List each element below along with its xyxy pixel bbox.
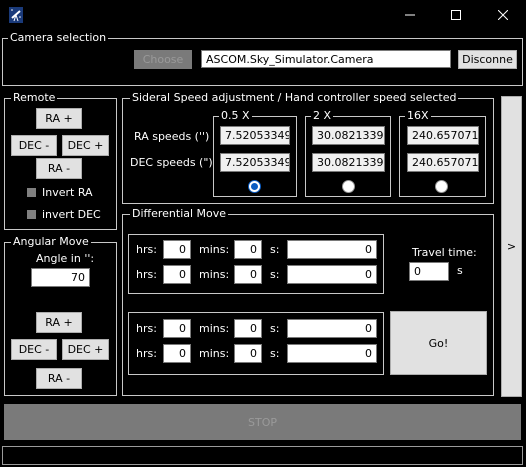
ra-speed-16x-field[interactable]: 240.6570718 (407, 126, 479, 145)
angle-input[interactable]: 70 (31, 268, 90, 287)
dec-speed-2x-field[interactable]: 30.08213397 (312, 153, 385, 172)
close-icon (498, 10, 508, 20)
mins-label: mins: (199, 347, 230, 360)
diff-mins-input-1[interactable]: 0 (234, 240, 262, 259)
disconnect-button[interactable]: Disconne (458, 50, 517, 69)
diff-hrs-input-4[interactable]: 0 (163, 344, 191, 363)
angle-label: Angle in '': (36, 252, 95, 265)
diff-mins-input-3[interactable]: 0 (234, 319, 262, 338)
remote-ra-minus-button[interactable]: RA - (36, 158, 82, 179)
angular-move-label: Angular Move (11, 235, 91, 248)
invert-dec-label: invert DEC (42, 208, 101, 221)
diff-hrs-input-1[interactable]: 0 (163, 240, 191, 259)
diff-s-input-2[interactable]: 0 (287, 265, 377, 284)
stop-button[interactable]: STOP (4, 404, 521, 440)
travel-time-field[interactable]: 0 (409, 262, 449, 281)
title-bar (0, 0, 526, 30)
minimize-button[interactable] (387, 0, 433, 30)
diff-hrs-input-2[interactable]: 0 (163, 265, 191, 284)
ra-speed-2x-field[interactable]: 30.08213397 (312, 126, 385, 145)
mins-label: mins: (199, 322, 230, 335)
ra-speed-0-5x-field[interactable]: 7.520533494 (220, 126, 290, 145)
travel-time-unit: s (457, 264, 463, 277)
diff-s-input-4[interactable]: 0 (287, 344, 377, 363)
camera-selection-label: Camera selection (8, 31, 109, 44)
maximize-button[interactable] (433, 0, 479, 30)
s-label: s: (270, 347, 280, 360)
travel-time-label: Travel time: (412, 246, 477, 259)
s-label: s: (270, 268, 280, 281)
dec-speed-0-5x-field[interactable]: 7.520533494 (220, 153, 290, 172)
differential-move-label: Differential Move (130, 207, 229, 220)
expand-panel-button[interactable]: > (501, 96, 522, 397)
remote-label: Remote (11, 91, 58, 104)
ra-speeds-label: RA speeds ('') (134, 130, 210, 143)
status-bar (2, 446, 523, 465)
go-button[interactable]: Go! (390, 311, 487, 375)
maximize-icon (451, 10, 461, 20)
invert-ra-checkbox[interactable] (27, 188, 36, 197)
dec-speed-16x-field[interactable]: 240.6570718 (407, 153, 479, 172)
speed-2x-label: 2 X (311, 109, 334, 122)
s-label: s: (270, 322, 280, 335)
diff-hrs-input-3[interactable]: 0 (163, 319, 191, 338)
dec-speeds-label: DEC speeds (") (130, 156, 213, 169)
speed-0-5x-radio[interactable] (248, 180, 261, 193)
minimize-icon (405, 14, 415, 16)
remote-ra-plus-button[interactable]: RA + (36, 108, 82, 129)
hrs-label: hrs: (136, 347, 157, 360)
camera-name-field[interactable]: ASCOM.Sky_Simulator.Camera (201, 50, 451, 68)
hrs-label: hrs: (136, 322, 157, 335)
remote-dec-minus-button[interactable]: DEC - (11, 135, 57, 156)
angular-dec-minus-button[interactable]: DEC - (11, 339, 57, 360)
mins-label: mins: (199, 268, 230, 281)
diff-s-input-1[interactable]: 0 (287, 240, 377, 259)
speed-0-5x-label: 0.5 X (219, 109, 252, 122)
speed-16x-label: 16X (405, 109, 431, 122)
speed-2x-radio[interactable] (342, 180, 355, 193)
angular-dec-plus-button[interactable]: DEC + (62, 339, 109, 360)
angular-ra-plus-button[interactable]: RA + (36, 312, 82, 333)
close-button[interactable] (480, 0, 526, 30)
diff-mins-input-4[interactable]: 0 (234, 344, 262, 363)
choose-camera-button[interactable]: Choose (134, 50, 192, 69)
mins-label: mins: (199, 243, 230, 256)
telescope-icon (9, 7, 23, 23)
hrs-label: hrs: (136, 243, 157, 256)
s-label: s: (270, 243, 280, 256)
angular-ra-minus-button[interactable]: RA - (36, 368, 82, 389)
remote-dec-plus-button[interactable]: DEC + (62, 135, 109, 156)
speed-16x-radio[interactable] (435, 180, 448, 193)
invert-dec-checkbox[interactable] (27, 210, 36, 219)
invert-ra-label: Invert RA (42, 186, 93, 199)
diff-s-input-3[interactable]: 0 (287, 319, 377, 338)
hrs-label: hrs: (136, 268, 157, 281)
diff-mins-input-2[interactable]: 0 (234, 265, 262, 284)
sidereal-speed-label: Sideral Speed adjustment / Hand controll… (130, 91, 459, 104)
